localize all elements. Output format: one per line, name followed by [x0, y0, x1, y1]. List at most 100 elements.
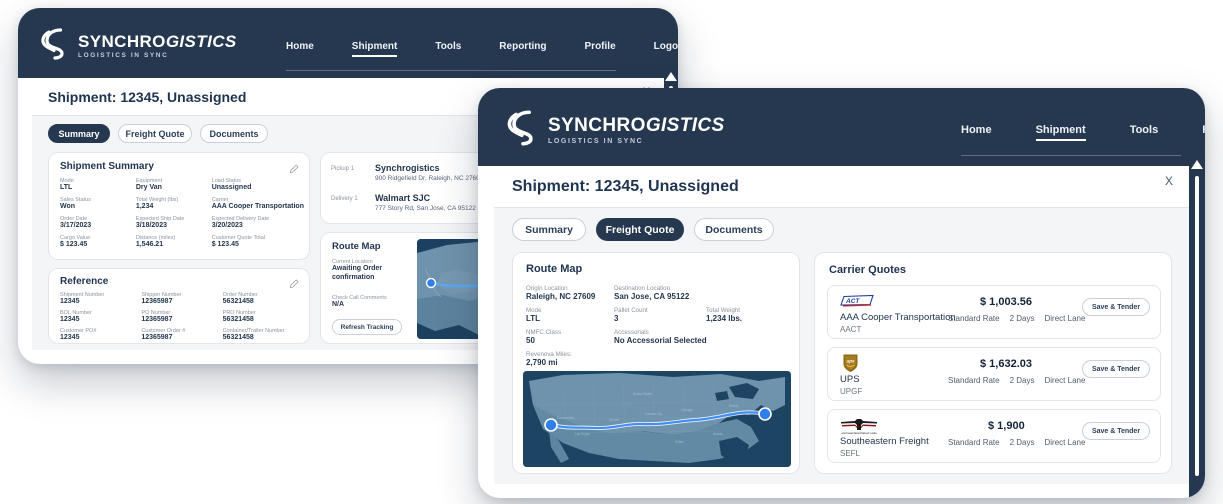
quote-lane: Direct Lane [1044, 376, 1086, 385]
field-value: Dry Van [135, 184, 162, 191]
page-title-bar-front: Shipment: 12345, Unassigned X [494, 166, 1189, 208]
shipment-summary-title: Shipment Summary [60, 161, 154, 172]
route-map-fields: Origin Location Raleigh, NC 27609 Destina… [526, 285, 788, 367]
carrier-quotes-card: Carrier Quotes ACT AAA Cooper Transporta… [814, 252, 1172, 474]
tab-freight-quote[interactable]: Freight Quote [596, 218, 684, 241]
nav-item-reporting[interactable]: Reporting [499, 41, 546, 55]
carrier-name: AAA Cooper Transportation [840, 312, 956, 323]
quote-rate-type: Standard Rate [948, 376, 1000, 385]
field-value: 2,790 mi [526, 358, 558, 367]
app-header-front: SYNCHROGISTICS LOGISTICS IN SYNC Home Sh… [478, 88, 1205, 166]
refresh-tracking-button[interactable]: Refresh Tracking [332, 319, 402, 335]
field-value: LTL [526, 314, 541, 323]
field-label: Destination Location [614, 285, 671, 292]
quote-rate-type: Standard Rate [948, 438, 1000, 447]
scroll-up-arrow-icon[interactable] [665, 72, 677, 81]
page-panel-front: Shipment: 12345, Unassigned X Summary Fr… [494, 166, 1189, 484]
synchrogistics-swirl-logo [40, 28, 70, 65]
screenshot-stage: SYNCHROGISTICS LOGISTICS IN SYNC Home Sh… [0, 0, 1223, 504]
reference-fields: Shipment Number 12345 Shipper Number 12365… [60, 292, 304, 341]
brand-logo-front[interactable]: SYNCHROGISTICS LOGISTICS IN SYNC [506, 110, 725, 151]
scrollbar-thumb[interactable] [1195, 176, 1199, 476]
brand-name-bold: SYNCHRO [548, 115, 646, 136]
field-value: $ 123.45 [211, 241, 239, 248]
svg-text:Dallas: Dallas [675, 440, 684, 444]
field-label: Total Weight [706, 307, 740, 314]
reference-card: Reference Shipment Number 12345 Shipper N… [48, 268, 310, 344]
main-nav-back[interactable]: Home Shipment Tools Reporting Profile Lo… [286, 41, 678, 57]
nav-item-shipment[interactable]: Shipment [1035, 124, 1086, 141]
save-and-tender-button[interactable]: Save & Tender [1082, 360, 1150, 378]
stop-seq-label: Pickup 1 [331, 166, 355, 172]
quote-meta-group: Standard Rate 2 Days Direct Lane [948, 376, 1085, 385]
close-icon[interactable]: X [1165, 174, 1173, 188]
tab-freight-quote[interactable]: Freight Quote [118, 124, 192, 143]
main-nav-front[interactable]: Home Shipment Tools Reporting Profile Lo… [961, 124, 1205, 141]
svg-text:ACT: ACT [845, 298, 860, 305]
nav-item-logout[interactable]: Logout [654, 41, 678, 55]
nav-item-shipment[interactable]: Shipment [351, 41, 398, 57]
field-value: 56321458 [222, 316, 254, 323]
quote-price: $ 1,900 [988, 420, 1025, 432]
carrier-quote-row[interactable]: SOUTHEASTERN FREIGHT LINES Southeastern … [827, 409, 1161, 463]
shipment-summary-fields: Mode LTL Equipment Dry Van Load Status Unas… [60, 178, 304, 248]
field-value: 1,234 [135, 203, 154, 210]
app-header-back: SYNCHROGISTICS LOGISTICS IN SYNC Home Sh… [18, 8, 678, 78]
stop-seq-label: Delivery 1 [331, 196, 358, 202]
check-call-block: Check Call Comments N/A [332, 295, 410, 308]
brand-logo-back[interactable]: SYNCHROGISTICS LOGISTICS IN SYNC [40, 28, 237, 65]
field-label: NMFC Class [526, 329, 562, 336]
pencil-edit-icon[interactable] [289, 161, 299, 179]
tab-documents[interactable]: Documents [694, 218, 774, 241]
carrier-name: UPS [840, 374, 860, 385]
carrier-code: SEFL [840, 449, 861, 458]
tab-summary[interactable]: Summary [48, 124, 110, 143]
svg-text:Las Vegas: Las Vegas [575, 432, 590, 436]
tab-bar-front[interactable]: Summary Freight Quote Documents [512, 218, 774, 241]
carrier-code: AACT [840, 325, 862, 334]
field-value: 12365987 [141, 334, 173, 341]
shipment-summary-card: Shipment Summary Mode LTL Equipment Dry Va… [48, 152, 310, 260]
field-value: 12345 [60, 316, 80, 323]
field-label: Origin Location [526, 285, 568, 292]
tab-bar-back[interactable]: Summary Freight Quote Documents [48, 124, 268, 143]
nav-divider-front [961, 155, 1181, 156]
route-map-image-front[interactable]: Sacramento Las Vegas Denver Kansas City … [523, 371, 791, 467]
foreground-shipment-window[interactable]: SYNCHROGISTICS LOGISTICS IN SYNC Home Sh… [478, 88, 1205, 498]
tab-documents[interactable]: Documents [200, 124, 268, 143]
tab-summary[interactable]: Summary [512, 218, 586, 241]
route-map-title: Route Map [332, 241, 381, 252]
quote-lane: Direct Lane [1044, 314, 1086, 323]
save-and-tender-button[interactable]: Save & Tender [1082, 298, 1150, 316]
quote-transit: 2 Days [1009, 314, 1035, 323]
route-map-title: Route Map [526, 263, 583, 275]
quote-price: $ 1,632.03 [980, 358, 1032, 370]
carrier-quote-row[interactable]: ACT AAA Cooper Transportation AACT $ 1,0… [827, 285, 1161, 339]
field-value: Won [60, 203, 76, 210]
carrier-quote-row[interactable]: ups UPS UPGF $ 1,632.03 Standard Rate 2 … [827, 347, 1161, 401]
carrier-quotes-title: Carrier Quotes [829, 264, 907, 276]
stop-address: 900 Ridgefield Dr, Raleigh, NC 27609 [375, 175, 484, 182]
svg-text:Detroit: Detroit [729, 404, 739, 408]
save-and-tender-button[interactable]: Save & Tender [1082, 422, 1150, 440]
field-value: 3/20/2023 [211, 222, 243, 229]
nav-item-home[interactable]: Home [961, 124, 992, 139]
nav-item-tools[interactable]: Tools [435, 41, 461, 55]
nav-item-tools[interactable]: Tools [1130, 124, 1159, 139]
nav-item-home[interactable]: Home [286, 41, 314, 55]
quote-rate-type: Standard Rate [948, 314, 1000, 323]
vertical-scrollbar-front[interactable] [1189, 156, 1205, 498]
field-value: 50 [526, 336, 535, 345]
page-title: Shipment: 12345, Unassigned [48, 88, 247, 105]
brand-name-italic: GISTICS [645, 115, 725, 136]
scroll-up-arrow-icon[interactable] [1191, 160, 1203, 169]
nav-item-profile[interactable]: Profile [585, 41, 616, 55]
current-location-block: Current Location Awaiting Order confirma… [332, 259, 402, 283]
stop-name: Walmart SJC [375, 193, 431, 203]
field-label: Accessorials [614, 329, 649, 336]
field-value: Awaiting Order confirmation [332, 265, 383, 281]
quote-meta-group: Standard Rate 2 Days Direct Lane [948, 314, 1085, 323]
nav-item-reporting[interactable]: Reporting [1202, 124, 1205, 139]
aaa-cooper-act-logo: ACT [840, 294, 874, 314]
stop-name: Synchrogistics [375, 163, 440, 173]
